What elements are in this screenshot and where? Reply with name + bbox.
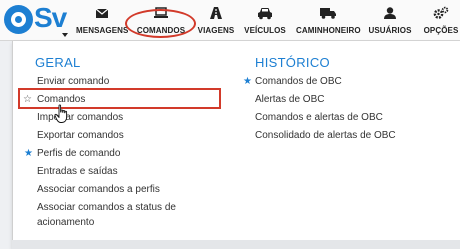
menu-item-entradas-e-saidas[interactable]: Entradas e saídas [37,166,118,178]
page-background-strip [12,240,460,249]
comandos-highlight-oval [125,9,196,38]
nav-viagens[interactable]: VIAGENS [196,6,236,36]
menu-item-importar-comandos[interactable]: Importar comandos [37,112,123,124]
user-icon [384,7,396,19]
menu-item-alertas-de-obc[interactable]: Alertas de OBC [255,94,324,106]
hand-pointer-icon [54,104,68,123]
truck-icon [320,8,336,19]
logo-text: Sv [34,2,67,33]
menu-item-enviar-comando[interactable]: Enviar comando [37,76,109,88]
nav-label-mensagens: MENSAGENS [76,26,129,35]
nav-caminhoneiro[interactable]: CAMINHONEIRO [296,6,361,36]
comandos-dropdown-menu: GERAL Enviar comando ☆ Comandos Importar… [12,41,460,249]
section-title-geral: GERAL [35,55,81,70]
menu-item-perfis-de-comando[interactable]: Perfis de comando [37,148,120,160]
star-filled-icon[interactable]: ★ [243,76,252,88]
menu-item-associar-comandos-perfis[interactable]: Associar comandos a perfis [37,184,160,196]
star-filled-icon[interactable]: ★ [24,148,33,160]
nav-label-usuarios: USUÁRIOS [368,26,412,35]
logo-caret-icon[interactable] [62,33,68,37]
section-title-historico: HISTÓRICO [255,55,330,70]
nav-label-caminhoneiro: CAMINHONEIRO [296,26,361,35]
nav-label-opcoes: OPÇÕES [423,26,459,35]
envelope-icon [95,8,109,18]
menu-item-comandos-e-alertas-de-obc[interactable]: Comandos e alertas de OBC [255,112,383,124]
logo-circle-icon [4,5,33,34]
gears-icon [433,6,449,19]
car-icon [258,8,272,20]
nav-label-veiculos: VEÍCULOS [244,26,286,35]
nav-usuarios[interactable]: USUÁRIOS [368,6,412,36]
nav-mensagens[interactable]: MENSAGENS [76,6,128,36]
menu-item-comandos-de-obc[interactable]: Comandos de OBC [255,76,342,88]
menu-item-associar-comandos-status[interactable]: Associar comandos a status de [37,202,176,214]
menu-item-exportar-comandos[interactable]: Exportar comandos [37,130,124,142]
menu-item-associar-comandos-status-cont[interactable]: acionamento [37,217,94,229]
nav-veiculos[interactable]: VEÍCULOS [242,6,288,36]
nav-opcoes[interactable]: OPÇÕES [422,6,460,36]
road-icon [210,7,222,19]
nav-label-viagens: VIAGENS [197,26,235,35]
comandos-highlight-box [18,88,221,109]
app-logo[interactable]: Sv [4,2,68,37]
top-navbar: Sv MENSAGENS COMANDOS VIAGENS VEÍCULOS C… [0,0,460,41]
menu-item-consolidado-alertas-obc[interactable]: Consolidado de alertas de OBC [255,130,396,142]
